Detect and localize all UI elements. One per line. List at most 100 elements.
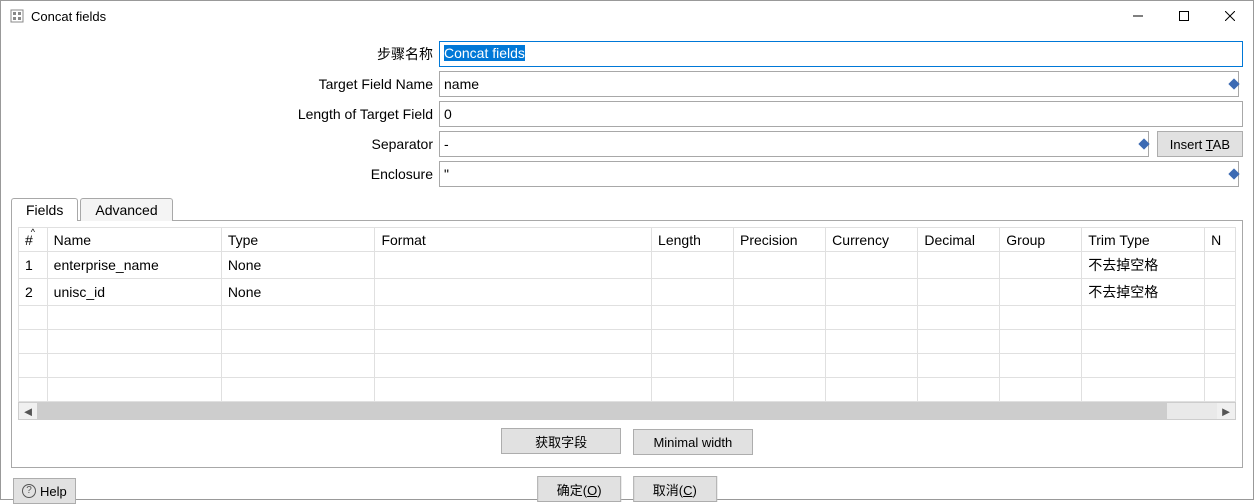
horizontal-scrollbar[interactable]: ◄ ►	[18, 402, 1236, 420]
col-length[interactable]: Length	[652, 228, 734, 252]
close-button[interactable]	[1207, 1, 1253, 31]
cell-group[interactable]	[1000, 306, 1082, 330]
help-button[interactable]: ? Help	[13, 478, 76, 504]
cell-length[interactable]	[652, 330, 734, 354]
cell-type[interactable]	[221, 378, 375, 402]
scroll-left-icon[interactable]: ◄	[19, 403, 37, 419]
minimal-width-button[interactable]: Minimal width	[633, 429, 753, 455]
cell-format[interactable]	[375, 252, 652, 279]
cell-currency[interactable]	[826, 279, 918, 306]
cell-tail[interactable]	[1205, 378, 1236, 402]
cell-num[interactable]	[19, 306, 48, 330]
cell-num[interactable]: 2	[19, 279, 48, 306]
col-decimal[interactable]: Decimal	[918, 228, 1000, 252]
cell-name[interactable]	[47, 306, 221, 330]
cell-tail[interactable]	[1205, 330, 1236, 354]
cell-name[interactable]: enterprise_name	[47, 252, 221, 279]
cell-type[interactable]: None	[221, 252, 375, 279]
cell-currency[interactable]	[826, 252, 918, 279]
cell-type[interactable]	[221, 306, 375, 330]
cell-decimal[interactable]	[918, 354, 1000, 378]
cell-group[interactable]	[1000, 279, 1082, 306]
cell-currency[interactable]	[826, 306, 918, 330]
cell-format[interactable]	[375, 330, 652, 354]
cell-name[interactable]	[47, 378, 221, 402]
cell-decimal[interactable]	[918, 378, 1000, 402]
tab-advanced[interactable]: Advanced	[80, 198, 172, 221]
cancel-button[interactable]: 取消(C)	[633, 476, 717, 502]
cell-precision[interactable]	[733, 354, 825, 378]
cell-decimal[interactable]	[918, 252, 1000, 279]
variable-picker-icon[interactable]	[1137, 137, 1151, 151]
cell-precision[interactable]	[733, 378, 825, 402]
step-name-input[interactable]: Concat fields	[439, 41, 1243, 67]
cell-trim_type[interactable]	[1082, 354, 1205, 378]
table-row[interactable]	[19, 354, 1236, 378]
cell-length[interactable]	[652, 306, 734, 330]
ok-button[interactable]: 确定(O)	[537, 476, 621, 502]
cell-tail[interactable]	[1205, 279, 1236, 306]
cell-num[interactable]	[19, 330, 48, 354]
cell-decimal[interactable]	[918, 306, 1000, 330]
cell-precision[interactable]	[733, 330, 825, 354]
cell-format[interactable]	[375, 306, 652, 330]
scroll-track[interactable]	[37, 403, 1217, 419]
cell-format[interactable]	[375, 378, 652, 402]
cell-format[interactable]	[375, 279, 652, 306]
cell-num[interactable]	[19, 378, 48, 402]
variable-picker-icon[interactable]	[1227, 77, 1241, 91]
variable-picker-icon[interactable]	[1227, 167, 1241, 181]
col-num[interactable]: #	[19, 228, 48, 252]
cell-length[interactable]	[652, 252, 734, 279]
cell-currency[interactable]	[826, 354, 918, 378]
cell-name[interactable]: unisc_id	[47, 279, 221, 306]
col-precision[interactable]: Precision	[733, 228, 825, 252]
fields-table[interactable]: # Name Type Format Length Precision Curr…	[18, 227, 1236, 402]
table-row[interactable]: 1enterprise_nameNone 不去掉空格	[19, 252, 1236, 279]
table-row[interactable]	[19, 306, 1236, 330]
minimize-button[interactable]	[1115, 1, 1161, 31]
table-row[interactable]: 2unisc_idNone 不去掉空格	[19, 279, 1236, 306]
cell-group[interactable]	[1000, 354, 1082, 378]
cell-tail[interactable]	[1205, 306, 1236, 330]
scroll-right-icon[interactable]: ►	[1217, 403, 1235, 419]
cell-format[interactable]	[375, 354, 652, 378]
tab-fields[interactable]: Fields	[11, 198, 78, 221]
cell-tail[interactable]	[1205, 354, 1236, 378]
col-tail[interactable]: N	[1205, 228, 1236, 252]
cell-currency[interactable]	[826, 330, 918, 354]
cell-num[interactable]	[19, 354, 48, 378]
col-currency[interactable]: Currency	[826, 228, 918, 252]
cell-trim_type[interactable]: 不去掉空格	[1082, 252, 1205, 279]
cell-group[interactable]	[1000, 378, 1082, 402]
col-name[interactable]: Name	[47, 228, 221, 252]
length-of-target-field-input[interactable]	[439, 101, 1243, 127]
col-format[interactable]: Format	[375, 228, 652, 252]
cell-name[interactable]	[47, 354, 221, 378]
table-row[interactable]	[19, 378, 1236, 402]
cell-group[interactable]	[1000, 252, 1082, 279]
cell-num[interactable]: 1	[19, 252, 48, 279]
cell-type[interactable]	[221, 330, 375, 354]
maximize-button[interactable]	[1161, 1, 1207, 31]
cell-type[interactable]: None	[221, 279, 375, 306]
cell-decimal[interactable]	[918, 330, 1000, 354]
cell-trim_type[interactable]	[1082, 306, 1205, 330]
cell-trim_type[interactable]	[1082, 378, 1205, 402]
cell-length[interactable]	[652, 279, 734, 306]
cell-precision[interactable]	[733, 306, 825, 330]
col-type[interactable]: Type	[221, 228, 375, 252]
cell-precision[interactable]	[733, 252, 825, 279]
table-row[interactable]	[19, 330, 1236, 354]
enclosure-input[interactable]	[439, 161, 1239, 187]
cell-name[interactable]	[47, 330, 221, 354]
col-group[interactable]: Group	[1000, 228, 1082, 252]
cell-trim_type[interactable]: 不去掉空格	[1082, 279, 1205, 306]
separator-input[interactable]	[439, 131, 1149, 157]
cell-currency[interactable]	[826, 378, 918, 402]
get-fields-button[interactable]: 获取字段	[501, 428, 621, 454]
cell-type[interactable]	[221, 354, 375, 378]
cell-length[interactable]	[652, 378, 734, 402]
target-field-name-input[interactable]	[439, 71, 1239, 97]
cell-trim_type[interactable]	[1082, 330, 1205, 354]
